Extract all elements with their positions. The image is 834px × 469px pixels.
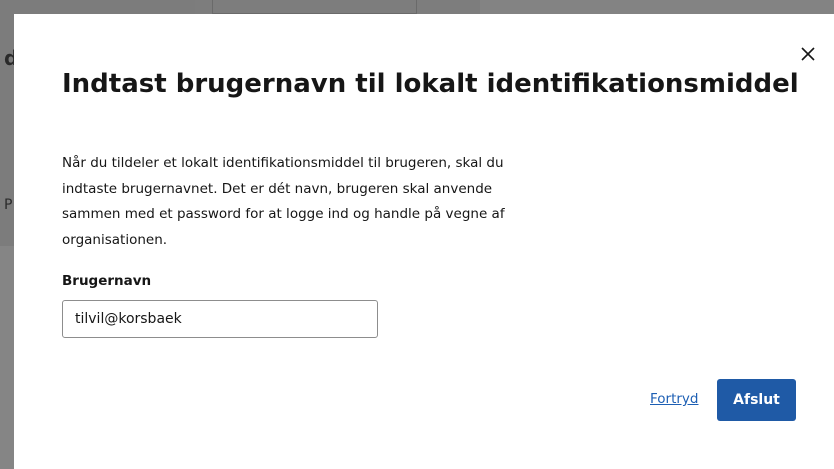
- cancel-link[interactable]: Fortryd: [650, 391, 699, 407]
- dialog-title: Indtast brugernavn til lokalt identifika…: [62, 69, 799, 99]
- username-dialog: Indtast brugernavn til lokalt identifika…: [14, 14, 834, 469]
- dialog-description: Når du tildeler et lokalt identifikation…: [62, 155, 505, 248]
- background-text-fragment: P: [4, 197, 13, 213]
- close-button[interactable]: [796, 42, 820, 66]
- username-input[interactable]: [62, 300, 378, 338]
- background-lower-strip: [0, 246, 14, 469]
- background-right-area: [480, 0, 834, 14]
- username-label: Brugernavn: [62, 273, 152, 289]
- finish-button[interactable]: Afslut: [717, 379, 796, 421]
- close-icon: [801, 47, 815, 61]
- background-top-box: [212, 0, 417, 14]
